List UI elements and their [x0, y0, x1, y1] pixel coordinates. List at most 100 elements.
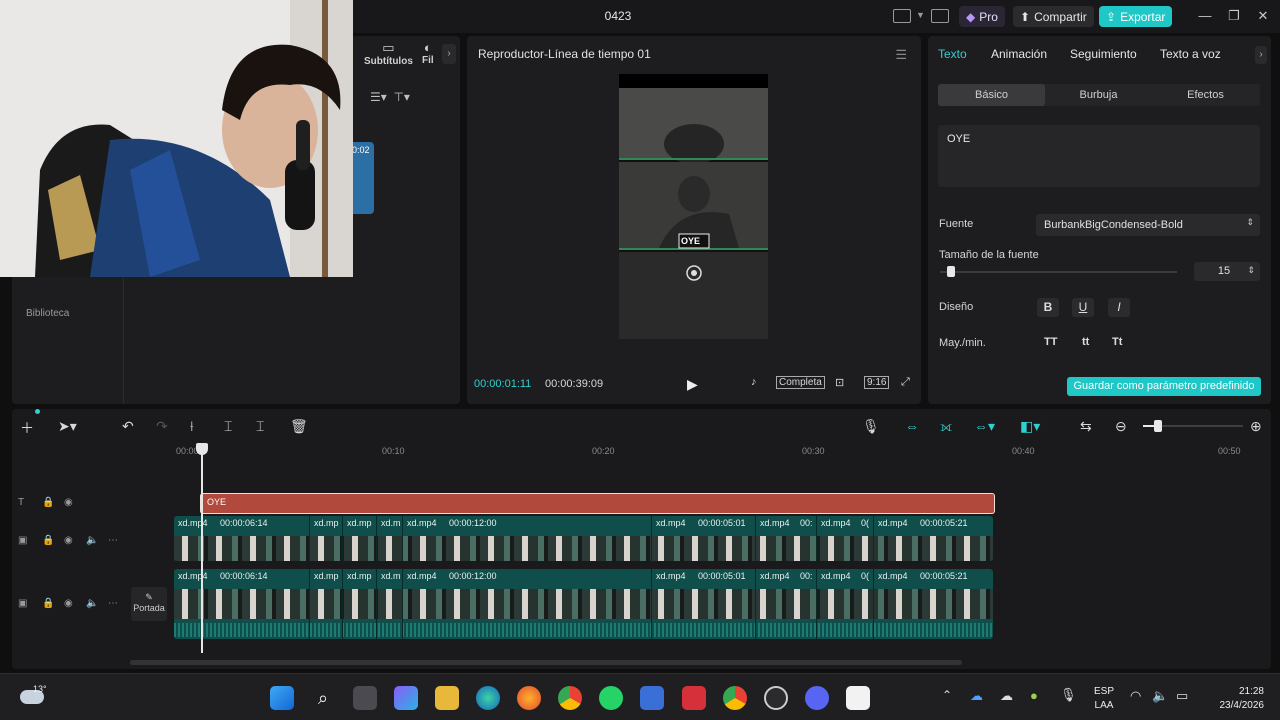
microphone-icon[interactable]: 🎙 [862, 418, 880, 435]
fit-screen-icon[interactable]: ⊡ [835, 376, 844, 389]
capcut-icon[interactable] [846, 686, 870, 710]
chrome-profile-icon[interactable] [723, 686, 747, 710]
link-icon[interactable]: ⟗ [940, 418, 952, 435]
font-select[interactable]: BurbankBigCondensed-Bold ⇕ [1036, 214, 1260, 236]
tab-subtitles[interactable]: ▭ Subtítulos [364, 40, 413, 67]
bold-button[interactable]: B [1037, 298, 1059, 317]
lock-icon[interactable]: 🔒 [42, 598, 54, 609]
speaker-icon[interactable]: 🔈 [86, 598, 98, 609]
more-icon[interactable]: ⋯ [108, 535, 118, 546]
trim-right-icon[interactable]: ⌶ [256, 418, 264, 435]
sort-icon[interactable]: ☰▾ ⊤▾ [370, 90, 410, 104]
battery-icon[interactable]: ▭ [1176, 688, 1188, 704]
tab-animation[interactable]: Animación [991, 47, 1047, 61]
eye-icon[interactable]: ◉ [64, 598, 73, 609]
store-icon[interactable] [640, 686, 664, 710]
font-size-slider-handle[interactable] [947, 266, 956, 277]
eye-icon[interactable]: ◉ [64, 497, 73, 508]
video-clip[interactable]: xd.mp4 00:00:12:00 [403, 516, 652, 561]
video-clip[interactable]: xd.mp4 0( [817, 516, 874, 561]
lowercase-button[interactable]: tt [1082, 336, 1089, 348]
font-size-input[interactable]: 15 ⇕ [1194, 262, 1260, 281]
video-clip[interactable]: xd.m [377, 516, 403, 561]
video-clip[interactable]: xd.mp4 00:00:06:14 [174, 569, 310, 639]
chevron-right-icon[interactable]: › [442, 44, 456, 64]
export-button[interactable]: ⇪ Exportar [1099, 6, 1173, 27]
chevron-down-icon[interactable]: ▼ [916, 10, 925, 20]
text-content-input[interactable]: OYE [938, 125, 1260, 187]
video-clip[interactable]: xd.mp4 00:00:05:01 [652, 569, 756, 639]
language-indicator[interactable]: ESP LAA [1094, 685, 1114, 713]
lock-icon[interactable]: 🔒 [42, 497, 54, 508]
clock[interactable]: 21:28 23/4/2026 [1210, 685, 1265, 713]
tab-text[interactable]: Texto [938, 47, 967, 61]
underline-button[interactable]: U [1072, 298, 1094, 317]
copilot-icon[interactable] [394, 686, 418, 710]
full-quality-button[interactable]: Completa [776, 376, 825, 389]
wps-icon[interactable] [682, 686, 706, 710]
italic-button[interactable]: I [1108, 298, 1130, 317]
menu-icon[interactable]: ☰ [895, 47, 907, 63]
select-cursor-icon[interactable]: ➤▾ [58, 418, 77, 435]
trim-left-icon[interactable]: ⌶ [224, 418, 232, 435]
tray-app-icon[interactable]: ● [1030, 688, 1038, 703]
video-clip[interactable]: xd.mp [310, 569, 343, 639]
video-preview[interactable]: OYE [619, 74, 768, 339]
speaker-icon[interactable]: 🔈 [86, 535, 98, 546]
close-icon[interactable]: ✕ [1255, 8, 1271, 24]
video-clip[interactable]: xd.mp [343, 569, 377, 639]
whatsapp-icon[interactable] [599, 686, 623, 710]
github-icon[interactable] [764, 686, 788, 710]
video-clip[interactable]: xd.mp4 00: [756, 516, 817, 561]
aspect-ratio-button[interactable]: 9:16 [864, 376, 890, 389]
minimize-icon[interactable]: — [1197, 8, 1213, 24]
chrome-icon[interactable] [558, 686, 582, 710]
volume-icon[interactable]: 🔈 [1152, 688, 1168, 704]
playhead[interactable] [201, 447, 203, 653]
zoom-slider-handle[interactable] [1154, 420, 1162, 432]
video-clip[interactable]: xd.mp [343, 516, 377, 561]
magnet-icon[interactable]: ⇔ [905, 418, 919, 434]
preview-axis-icon[interactable]: ⇔▾ [974, 418, 995, 435]
time-ruler[interactable]: 00:00 00:10 00:20 00:30 00:40 00:50 [174, 443, 1264, 457]
task-view-icon[interactable] [353, 686, 377, 710]
pro-button[interactable]: ◆ Pro [959, 6, 1005, 27]
video-clip[interactable]: xd.m [377, 569, 403, 639]
search-icon[interactable]: ⌕ [311, 686, 335, 710]
font-size-slider[interactable] [940, 271, 1177, 273]
split-icon[interactable]: ⟊ [190, 418, 194, 435]
tab-filters[interactable]: ◐ Fil [422, 40, 434, 66]
keyboard-icon[interactable] [931, 9, 949, 23]
cloud-sync-icon[interactable]: ☁ [1000, 688, 1013, 704]
text-clip[interactable]: OYE [200, 493, 995, 514]
file-explorer-icon[interactable] [435, 686, 459, 710]
edge-icon[interactable] [476, 686, 500, 710]
play-button[interactable]: ▶ [687, 376, 698, 393]
snap-icon[interactable]: ◧▾ [1020, 418, 1040, 435]
main-video-track[interactable]: xd.mp4 00:00:06:14 xd.mp xd.mp xd.m xd.mp… [174, 569, 993, 639]
maximize-icon[interactable]: ❐ [1226, 8, 1242, 24]
layout-icon[interactable] [893, 9, 911, 23]
segment-bubble[interactable]: Burbuja [1045, 84, 1152, 106]
more-icon[interactable]: ⋯ [108, 598, 118, 609]
video-clip[interactable]: xd.mp4 00:00:05:01 [652, 516, 756, 561]
redo-icon[interactable]: ↷ [156, 418, 168, 435]
onedrive-icon[interactable]: ☁ [970, 688, 983, 704]
fullscreen-icon[interactable]: ⤢ [901, 376, 910, 389]
overlay-video-track[interactable]: xd.mp4 00:00:06:14 xd.mp xd.mp xd.m xd.mp… [174, 516, 993, 561]
video-clip[interactable]: xd.mp4 00: [756, 569, 817, 639]
video-clip[interactable]: xd.mp4 00:00:06:14 [174, 516, 310, 561]
video-clip[interactable]: xd.mp4 00:00:05:21 [874, 569, 993, 639]
chevron-right-icon[interactable]: › [1255, 46, 1267, 64]
tab-tracking[interactable]: Seguimiento [1070, 47, 1137, 61]
cover-button[interactable]: ✎ Portada [131, 587, 167, 621]
undo-icon[interactable]: ↶ [122, 418, 134, 435]
fit-timeline-icon[interactable]: ⇆ [1080, 418, 1092, 435]
tiktok-icon[interactable]: ♪ [751, 376, 757, 388]
wifi-icon[interactable]: ◠ [1130, 688, 1141, 704]
microphone-icon[interactable]: 🎙 [1060, 687, 1077, 703]
playhead-handle[interactable] [196, 443, 208, 455]
delete-icon[interactable]: 🗑 [290, 418, 308, 435]
add-icon[interactable]: ＋ [20, 418, 34, 438]
lock-icon[interactable]: 🔒 [42, 535, 54, 546]
